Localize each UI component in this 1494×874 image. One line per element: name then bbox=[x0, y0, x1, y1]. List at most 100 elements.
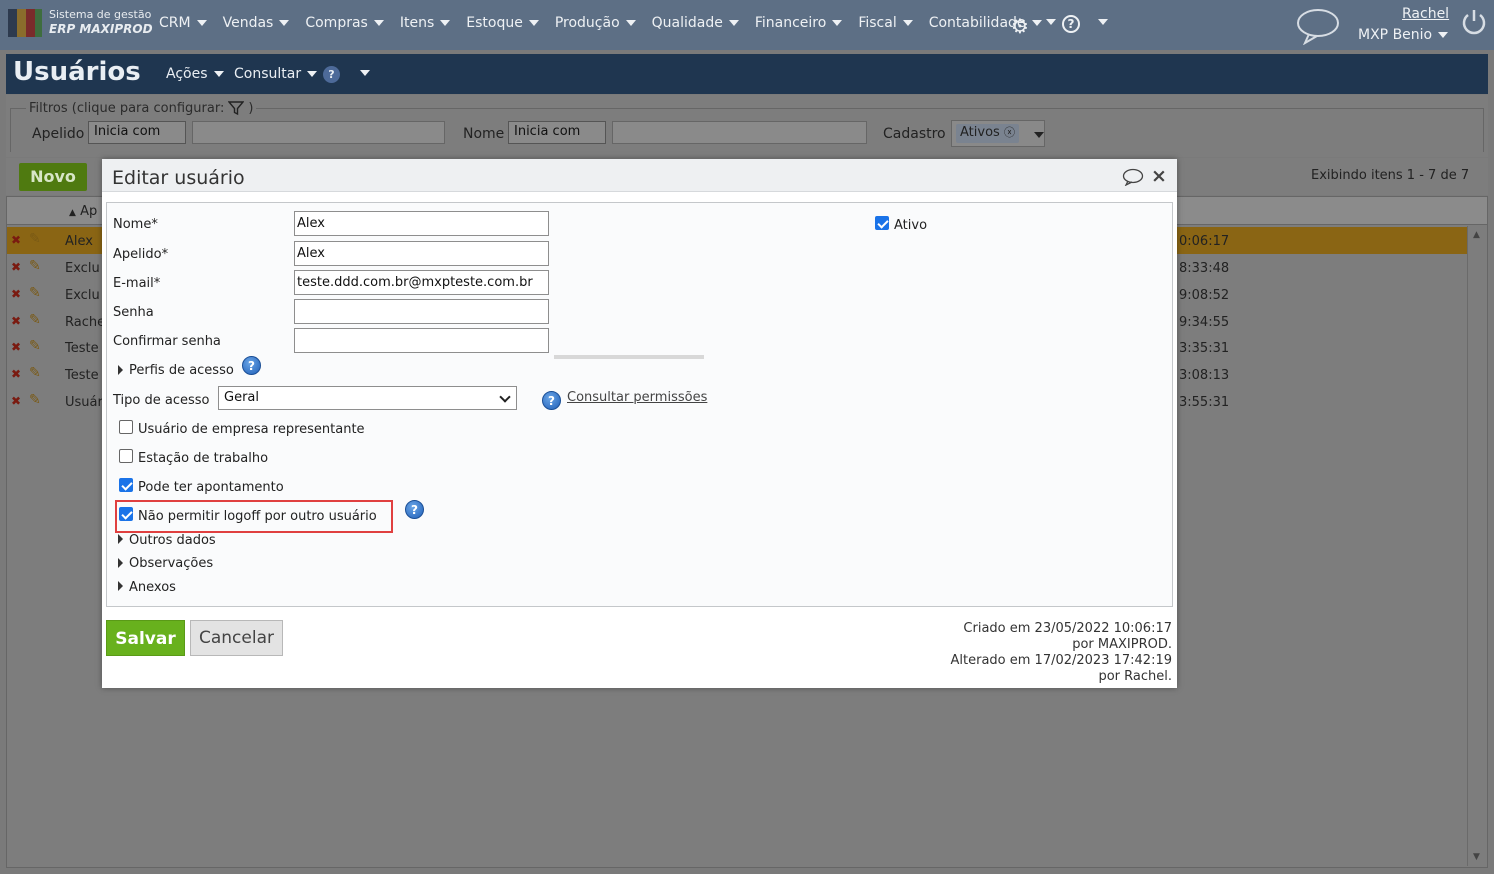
delete-icon[interactable]: ✖ bbox=[11, 394, 21, 408]
ativo-checkbox[interactable] bbox=[875, 216, 889, 230]
empresa-representante-checkbox[interactable] bbox=[119, 420, 133, 434]
delete-icon[interactable]: ✖ bbox=[11, 314, 21, 328]
anexos-toggle[interactable]: Anexos bbox=[129, 580, 176, 595]
expand-arrow-icon[interactable] bbox=[118, 581, 123, 591]
password-strength-bar bbox=[554, 355, 704, 359]
confirmar-senha-input[interactable] bbox=[294, 328, 549, 353]
cancelar-button[interactable]: Cancelar bbox=[190, 620, 283, 656]
menu-qualidade[interactable]: Qualidade bbox=[652, 15, 739, 31]
perfis-acesso-toggle[interactable]: Perfis de acesso bbox=[129, 363, 234, 378]
novo-button[interactable]: Novo bbox=[19, 163, 87, 191]
email-label: E-mail* bbox=[113, 276, 161, 291]
row-name: Usuár bbox=[65, 395, 103, 410]
edit-pencil-icon[interactable]: ✎ bbox=[29, 312, 41, 328]
senha-label: Senha bbox=[113, 305, 154, 320]
row-time: 9:34:55 bbox=[1179, 315, 1230, 330]
observacoes-toggle[interactable]: Observações bbox=[129, 556, 213, 571]
edit-pencil-icon[interactable]: ✎ bbox=[29, 285, 41, 301]
grid-scrollbar[interactable]: ▲ ▼ bbox=[1467, 226, 1487, 866]
chevron-down-icon bbox=[1034, 132, 1044, 138]
menu-fiscal-label: Fiscal bbox=[858, 15, 897, 31]
nome-filter-input[interactable] bbox=[612, 121, 867, 144]
consultar-menu[interactable]: Consultar bbox=[234, 66, 318, 82]
menu-vendas[interactable]: Vendas bbox=[223, 15, 290, 31]
edit-pencil-icon[interactable]: ✎ bbox=[29, 365, 41, 381]
altered-at: Alterado em 17/02/2023 17:42:19 bbox=[950, 653, 1173, 668]
nome-operator-select[interactable]: Inicia com bbox=[508, 121, 606, 144]
comment-icon[interactable] bbox=[1122, 168, 1144, 186]
close-icon[interactable]: × bbox=[1151, 165, 1167, 187]
pode-ter-apontamento-checkbox[interactable] bbox=[119, 478, 133, 492]
altered-by: por Rachel. bbox=[1098, 669, 1172, 684]
chevron-down-icon[interactable] bbox=[360, 70, 370, 76]
menu-estoque[interactable]: Estoque bbox=[466, 15, 539, 31]
maxiprod-logo[interactable] bbox=[8, 9, 42, 37]
chevron-down-icon[interactable] bbox=[1046, 19, 1056, 25]
menu-producao[interactable]: Produção bbox=[555, 15, 636, 31]
dialog-title: Editar usuário bbox=[112, 167, 245, 189]
gear-icon[interactable]: ⚙ bbox=[1011, 14, 1029, 38]
page-header: Usuários Ações Consultar ? bbox=[6, 54, 1488, 94]
email-input[interactable] bbox=[294, 270, 549, 295]
remove-tag-icon[interactable]: ⓧ bbox=[1004, 126, 1015, 139]
delete-icon[interactable]: ✖ bbox=[11, 367, 21, 381]
row-time: 9:08:52 bbox=[1179, 288, 1230, 303]
brand-line2: ERP MAXIPROD bbox=[49, 22, 153, 36]
expand-arrow-icon[interactable] bbox=[118, 534, 123, 544]
edit-pencil-icon[interactable]: ✎ bbox=[29, 392, 41, 408]
help-icon[interactable]: ? bbox=[242, 356, 261, 375]
senha-input[interactable] bbox=[294, 299, 549, 324]
company-selector[interactable]: MXP Benio bbox=[1358, 27, 1449, 43]
menu-crm-label: CRM bbox=[159, 15, 191, 31]
scroll-up-icon[interactable]: ▲ bbox=[1473, 230, 1480, 240]
help-icon[interactable]: ? bbox=[1062, 15, 1080, 33]
nao-permitir-logoff-checkbox[interactable] bbox=[119, 507, 133, 521]
confirmar-senha-label: Confirmar senha bbox=[113, 334, 221, 349]
delete-icon[interactable]: ✖ bbox=[11, 340, 21, 354]
menu-fiscal[interactable]: Fiscal bbox=[858, 15, 913, 31]
edit-pencil-icon[interactable]: ✎ bbox=[29, 258, 41, 274]
row-name: Exclu bbox=[65, 261, 100, 276]
help-icon[interactable]: ? bbox=[323, 66, 340, 83]
edit-pencil-icon[interactable]: ✎ bbox=[29, 338, 41, 354]
menu-crm[interactable]: CRM bbox=[159, 15, 207, 31]
edit-pencil-icon[interactable]: ✎ bbox=[29, 231, 41, 247]
cadastro-filter-label: Cadastro bbox=[883, 126, 946, 142]
company-label: MXP Benio bbox=[1358, 27, 1433, 43]
nome-input[interactable] bbox=[294, 211, 549, 236]
help-icon[interactable]: ? bbox=[405, 500, 424, 519]
help-icon[interactable]: ? bbox=[542, 391, 561, 410]
delete-icon[interactable]: ✖ bbox=[11, 233, 21, 247]
menu-itens[interactable]: Itens bbox=[400, 15, 451, 31]
menu-financeiro[interactable]: Financeiro bbox=[755, 15, 843, 31]
consultar-permissoes-link[interactable]: Consultar permissões bbox=[567, 390, 707, 405]
chat-bubble-icon[interactable] bbox=[1295, 7, 1341, 45]
expand-arrow-icon[interactable] bbox=[118, 365, 123, 375]
tipo-acesso-select[interactable]: Geral bbox=[218, 386, 517, 410]
scroll-down-icon[interactable]: ▼ bbox=[1473, 852, 1480, 862]
chevron-down-icon bbox=[728, 20, 739, 26]
row-name: Teste bbox=[65, 341, 99, 356]
delete-icon[interactable]: ✖ bbox=[11, 260, 21, 274]
acoes-menu[interactable]: Ações bbox=[166, 66, 224, 82]
created-at: Criado em 23/05/2022 10:06:17 bbox=[963, 621, 1172, 636]
brand: Sistema de gestão ERP MAXIPROD bbox=[49, 8, 153, 36]
user-name-link[interactable]: Rachel bbox=[1402, 6, 1449, 22]
filter-icon[interactable] bbox=[228, 100, 245, 116]
delete-icon[interactable]: ✖ bbox=[11, 287, 21, 301]
main-menu: CRM Vendas Compras Itens Estoque Produçã… bbox=[159, 15, 1058, 31]
outros-dados-toggle[interactable]: Outros dados bbox=[129, 533, 216, 548]
menu-compras[interactable]: Compras bbox=[305, 15, 384, 31]
sort-column-header[interactable]: ▲ Ap bbox=[69, 204, 97, 219]
estacao-trabalho-checkbox[interactable] bbox=[119, 449, 133, 463]
salvar-button[interactable]: Salvar bbox=[106, 620, 185, 656]
apelido-input[interactable] bbox=[294, 241, 549, 266]
cadastro-filter-select[interactable]: Ativos ⓧ bbox=[951, 120, 1045, 147]
brand-line1: Sistema de gestão bbox=[49, 8, 152, 21]
filters-legend[interactable]: Filtros (clique para configurar: ) bbox=[26, 100, 257, 116]
expand-arrow-icon[interactable] bbox=[118, 558, 123, 568]
power-icon[interactable] bbox=[1460, 8, 1488, 36]
apelido-filter-input[interactable] bbox=[192, 121, 445, 144]
apelido-operator-select[interactable]: Inicia com bbox=[88, 121, 186, 144]
chevron-down-icon[interactable] bbox=[1098, 19, 1108, 25]
